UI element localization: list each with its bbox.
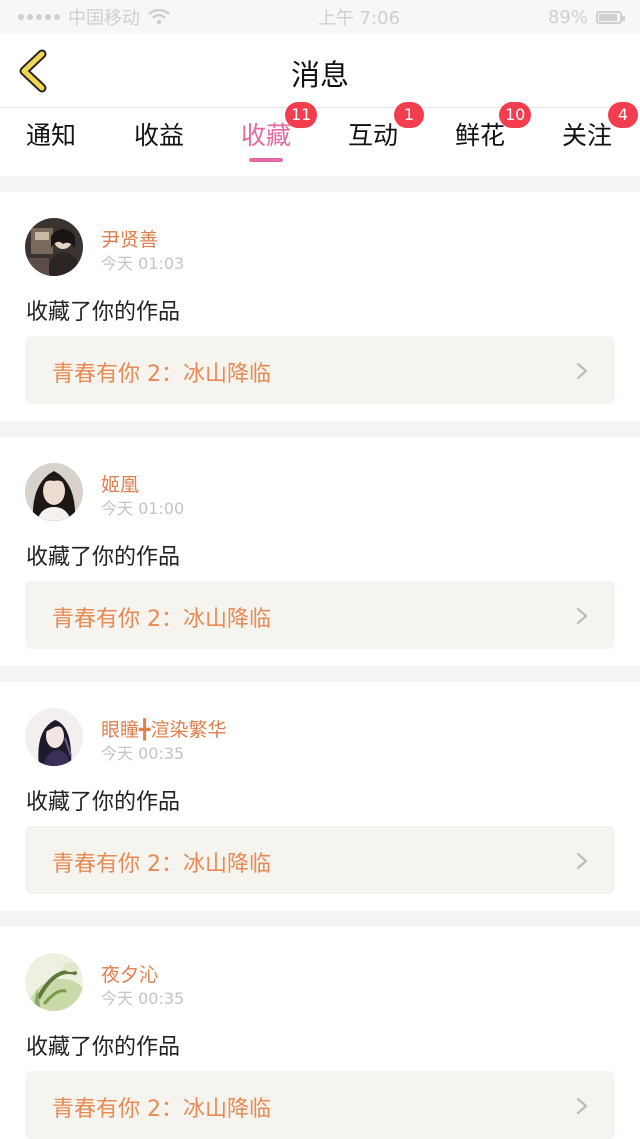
- tab-bar: 通知 收益 收藏 11 互动 1 鲜花 10 关注 4: [0, 102, 640, 176]
- section-divider: [0, 911, 640, 927]
- action-text: 收藏了你的作品: [26, 790, 181, 815]
- work-link[interactable]: 青春有你 2：冰山降临: [25, 336, 615, 404]
- active-tab-indicator: [249, 158, 284, 162]
- work-title: 青春有你 2：冰山降临: [52, 852, 271, 877]
- timestamp: 今天 00:35: [101, 989, 185, 1008]
- tab-favorites[interactable]: 收藏 11: [241, 102, 318, 162]
- status-bar: 中国移动 上午 7:06 89%: [0, 0, 640, 34]
- tab-follows[interactable]: 关注 4: [562, 102, 638, 152]
- message-card: 姬凰 今天 01:00 收藏了你的作品 青春有你 2：冰山降临: [0, 437, 640, 666]
- section-divider: [0, 421, 640, 437]
- message-card: 尹贤善 今天 01:03 收藏了你的作品 青春有你 2：冰山降临: [0, 192, 640, 421]
- page-title: 消息: [290, 58, 349, 92]
- avatar[interactable]: [25, 218, 83, 276]
- tab-notifications[interactable]: 通知: [26, 116, 76, 152]
- action-text: 收藏了你的作品: [26, 1035, 181, 1060]
- section-divider: [0, 666, 640, 682]
- work-title: 青春有你 2：冰山降临: [52, 1097, 271, 1122]
- tab-badge: 4: [608, 102, 638, 128]
- tab-interactions[interactable]: 互动 1: [348, 102, 424, 152]
- wifi-icon: [148, 9, 170, 25]
- action-text: 收藏了你的作品: [26, 300, 181, 325]
- chevron-right-icon: [576, 362, 588, 380]
- work-link[interactable]: 青春有你 2：冰山降临: [25, 581, 615, 649]
- tab-badge: 11: [285, 102, 318, 128]
- chevron-right-icon: [576, 852, 588, 870]
- status-left: 中国移动: [18, 4, 170, 30]
- avatar[interactable]: [25, 708, 83, 766]
- work-title: 青春有你 2：冰山降临: [52, 362, 271, 387]
- avatar[interactable]: [25, 953, 83, 1011]
- section-divider: [0, 176, 640, 192]
- tab-label: 互动: [348, 121, 399, 150]
- tab-badge: 10: [499, 102, 532, 128]
- timestamp: 今天 01:00: [101, 499, 185, 518]
- tab-label: 关注: [562, 121, 613, 150]
- avatar[interactable]: [25, 463, 83, 521]
- work-title: 青春有你 2：冰山降临: [52, 607, 271, 632]
- username[interactable]: 尹贤善: [101, 225, 158, 252]
- tab-label: 收藏: [241, 121, 292, 150]
- message-card: 夜夕沁 今天 00:35 收藏了你的作品 青春有你 2：冰山降临: [0, 927, 640, 1139]
- battery-icon: [595, 10, 625, 24]
- timestamp: 今天 00:35: [101, 744, 185, 763]
- carrier-label: 中国移动: [68, 8, 140, 29]
- chevron-right-icon: [576, 607, 588, 625]
- signal-icon: [18, 14, 60, 20]
- tab-badge: 1: [394, 102, 424, 128]
- work-link[interactable]: 青春有你 2：冰山降临: [25, 1071, 615, 1139]
- chevron-right-icon: [576, 1097, 588, 1115]
- nav-bar: 消息: [0, 34, 640, 108]
- username[interactable]: 夜夕沁: [101, 960, 158, 987]
- tab-flowers[interactable]: 鲜花 10: [455, 102, 532, 152]
- status-right: 89%: [547, 6, 625, 28]
- tab-label: 收益: [134, 121, 185, 150]
- message-card: 眼瞳╋渲染繁华 今天 00:35 收藏了你的作品 青春有你 2：冰山降临: [0, 682, 640, 911]
- username[interactable]: 眼瞳╋渲染繁华: [101, 715, 226, 742]
- timestamp: 今天 01:03: [101, 254, 185, 273]
- action-text: 收藏了你的作品: [26, 545, 181, 570]
- username[interactable]: 姬凰: [101, 470, 139, 497]
- work-link[interactable]: 青春有你 2：冰山降临: [25, 826, 615, 894]
- tab-label: 鲜花: [455, 121, 506, 150]
- battery-percent: 89%: [547, 6, 588, 28]
- tab-label: 通知: [26, 121, 77, 150]
- status-time: 上午 7:06: [317, 8, 401, 29]
- tab-earnings[interactable]: 收益: [134, 116, 184, 152]
